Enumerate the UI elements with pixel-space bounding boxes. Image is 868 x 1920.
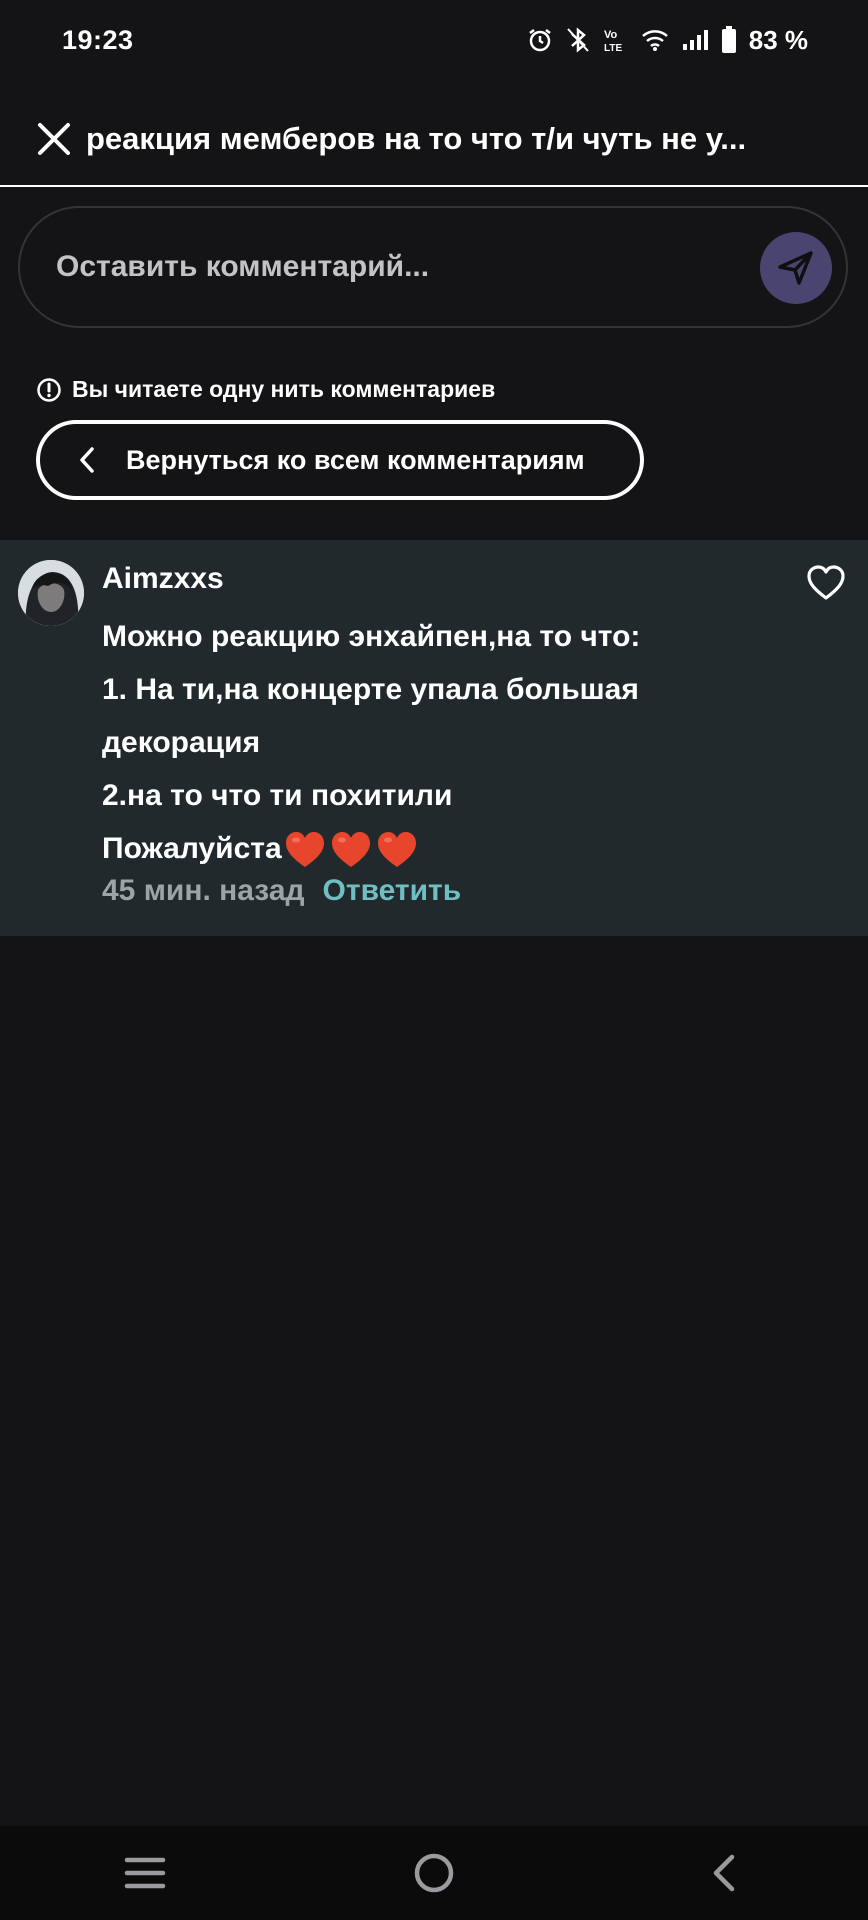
like-button[interactable] <box>806 564 846 602</box>
comment-card: Aimzxxs Можно реакцию энхайпен,на то что… <box>0 540 868 936</box>
comment-line: Пожалуйста <box>102 832 282 865</box>
avatar[interactable] <box>18 560 84 626</box>
svg-text:Vo: Vo <box>604 29 618 41</box>
battery-icon <box>721 26 737 54</box>
system-nav-bar <box>0 1826 868 1920</box>
comment-meta: 45 мин. назад Ответить <box>102 874 461 908</box>
back-button[interactable] <box>683 1833 763 1913</box>
page-title: реакция мемберов на то что т/и чуть не у… <box>86 121 747 156</box>
alarm-icon <box>527 27 553 53</box>
comment-line-last: Пожалуйста <box>102 822 842 875</box>
status-time: 19:23 <box>62 24 134 55</box>
heart-outline-icon <box>807 565 845 600</box>
comment-line: декорация <box>102 726 261 759</box>
comment-text: Можно реакцию энхайпен,на то что: 1. На … <box>102 610 842 875</box>
home-icon <box>414 1853 454 1893</box>
red-heart-icon <box>377 832 416 868</box>
comment-box <box>18 206 848 328</box>
comment-line: 2.на то что ти похитили <box>102 779 453 812</box>
reply-button[interactable]: Ответить <box>323 874 462 908</box>
close-button[interactable] <box>34 119 74 159</box>
bluetooth-icon <box>565 26 591 54</box>
comment-author[interactable]: Aimzxxs <box>102 562 224 596</box>
wifi-icon <box>641 28 669 52</box>
red-heart-icon <box>331 832 370 868</box>
info-icon <box>37 377 61 402</box>
heart-emojis <box>284 831 418 869</box>
comment-input[interactable] <box>54 249 758 285</box>
comment-line: 1. На ти,на концерте упала большая <box>102 673 639 706</box>
chevron-left-icon <box>78 444 102 476</box>
send-icon <box>778 251 813 285</box>
recent-apps-icon <box>124 1857 165 1889</box>
header: реакция мемберов на то что т/и чуть не у… <box>0 94 868 184</box>
send-button[interactable] <box>760 232 832 304</box>
back-to-all-comments-button[interactable]: Вернуться ко всем комментариям <box>36 420 644 500</box>
thread-notice: Вы читаете одну нить комментариев <box>36 376 495 403</box>
status-bar: 19:23 Vo LTE 83 % <box>0 0 868 80</box>
svg-text:LTE: LTE <box>604 43 622 54</box>
red-heart-icon <box>285 832 324 868</box>
battery-level: 83 % <box>748 24 808 55</box>
comment-timestamp: 45 мин. назад <box>102 874 305 907</box>
close-icon <box>38 123 70 155</box>
status-icons: Vo LTE 83 % <box>527 25 808 56</box>
recent-apps-button[interactable] <box>105 1833 185 1913</box>
signal-icon <box>681 28 709 52</box>
thread-notice-text: Вы читаете одну нить комментариев <box>72 376 496 402</box>
screen: 19:23 Vo LTE 83 % реакция мемберов на то… <box>0 0 868 1920</box>
back-button-label: Вернуться ко всем комментариям <box>126 444 585 475</box>
volte-icon: Vo LTE <box>603 26 629 54</box>
home-button[interactable] <box>394 1833 474 1913</box>
header-divider <box>0 185 868 187</box>
comment-line: Можно реакцию энхайпен,на то что: <box>102 620 641 653</box>
back-icon <box>714 1854 735 1892</box>
